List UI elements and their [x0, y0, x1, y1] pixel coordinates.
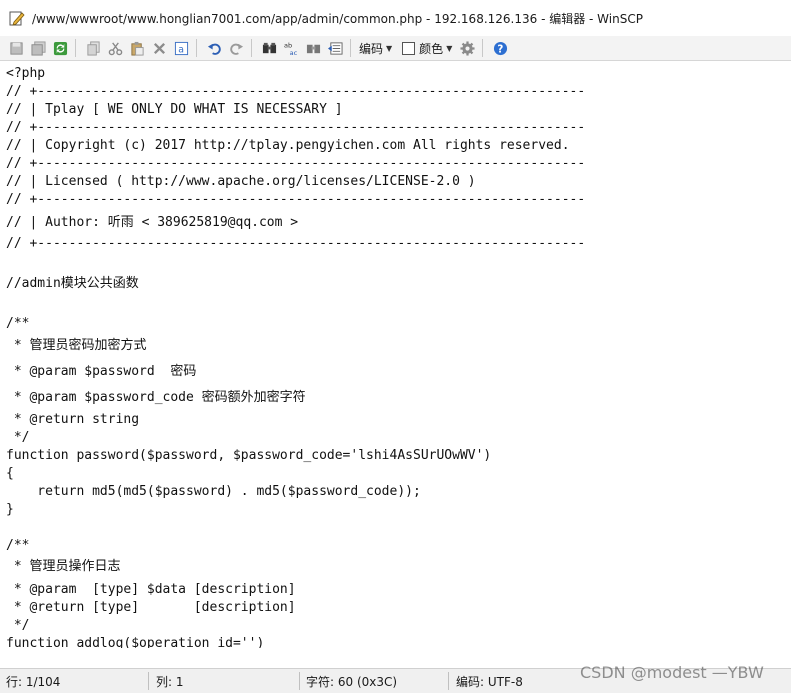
save-icon[interactable] — [7, 39, 25, 57]
code-line: //admin模块公共函数 — [6, 276, 139, 291]
color-checkbox[interactable] — [402, 41, 416, 55]
title-bar: /www/wwwroot/www.honglian7001.com/app/ad… — [0, 0, 791, 36]
paste-icon[interactable] — [128, 39, 146, 57]
code-line: // | Tplay [ WE ONLY DO WHAT IS NECESSAR… — [6, 102, 343, 117]
chevron-down-icon: ▼ — [386, 43, 393, 53]
status-character: 字符: 60 (0x3C) — [306, 674, 398, 689]
code-line: // +------------------------------------… — [6, 120, 586, 135]
svg-text:?: ? — [497, 43, 503, 55]
status-divider — [148, 672, 149, 690]
code-line: // +------------------------------------… — [6, 192, 586, 207]
toolbar-separator — [482, 39, 484, 57]
code-line: * @param [type] $data [description] — [6, 582, 296, 597]
code-line: // +------------------------------------… — [6, 84, 586, 99]
copy-icon[interactable] — [84, 39, 102, 57]
code-line: <?php — [6, 66, 46, 81]
encoding-dropdown[interactable]: 编码 ▼ — [359, 40, 392, 57]
code-line: /** — [6, 538, 30, 553]
chevron-down-icon: ▼ — [446, 43, 453, 53]
window-title: /www/wwwroot/www.honglian7001.com/app/ad… — [32, 11, 643, 26]
code-line: // +------------------------------------… — [6, 236, 586, 251]
refresh-icon[interactable] — [51, 39, 69, 57]
code-line: function password($password, $password_c… — [6, 448, 492, 463]
toolbar-separator — [196, 39, 197, 57]
svg-text:a: a — [178, 44, 184, 55]
watermark: CSDN @modest —YBW — [580, 663, 764, 682]
code-line: // | Copyright (c) 2017 http://tplay.pen… — [6, 138, 570, 153]
cut-icon[interactable] — [106, 39, 124, 57]
toolbar-separator — [350, 39, 351, 57]
redo-icon[interactable] — [227, 39, 245, 57]
code-line: } — [6, 502, 14, 517]
color-label: 颜色 — [419, 41, 444, 56]
code-line: * 管理员密码加密方式 — [6, 338, 147, 353]
svg-text:ac: ac — [289, 49, 297, 56]
toolbar-separator — [75, 39, 76, 57]
delete-icon[interactable] — [150, 39, 168, 57]
replace-icon[interactable]: ab ac — [282, 39, 300, 57]
code-line: * @param $password_code 密码额外加密字符 — [6, 390, 306, 405]
status-encoding: 编码: UTF-8 — [456, 674, 523, 689]
code-line: /** — [6, 316, 30, 331]
code-line: * @return string — [6, 412, 140, 427]
color-dropdown[interactable]: 颜色 ▼ — [402, 40, 452, 57]
editor-icon — [9, 10, 25, 26]
settings-icon[interactable] — [458, 39, 476, 57]
toolbar-separator — [251, 39, 252, 57]
code-line: // | Licensed ( http://www.apache.org/li… — [6, 174, 476, 189]
goto-line-icon[interactable] — [326, 39, 344, 57]
code-line: */ — [6, 430, 30, 445]
code-line: // | Author: 听雨 < 389625819@qq.com > — [6, 215, 299, 230]
code-line: */ — [6, 618, 30, 633]
find-next-icon[interactable] — [304, 39, 322, 57]
encoding-label: 编码 — [359, 41, 384, 56]
status-line: 行: 1/104 — [6, 674, 61, 689]
save-all-icon[interactable] — [29, 39, 47, 57]
select-all-icon[interactable]: a — [172, 39, 190, 57]
help-icon[interactable]: ? — [491, 39, 509, 57]
code-line: * 管理员操作日志 — [6, 559, 121, 574]
status-column: 列: 1 — [156, 674, 184, 689]
code-line: * @return [type] [description] — [6, 600, 296, 615]
status-divider — [299, 672, 300, 690]
undo-icon[interactable] — [205, 39, 223, 57]
code-line: function addlog($operation_id='') — [6, 636, 265, 648]
code-line: * @param $password 密码 — [6, 364, 197, 379]
code-line: { — [6, 466, 14, 481]
code-line: return md5(md5($password) . md5($passwor… — [6, 484, 421, 499]
code-line: // +------------------------------------… — [6, 156, 586, 171]
status-divider — [448, 672, 449, 690]
toolbar: a ab ac 编码 ▼ 颜色 ▼ ? — [0, 36, 791, 61]
find-icon[interactable] — [260, 39, 278, 57]
code-editor[interactable]: <?php // +------------------------------… — [0, 61, 791, 648]
